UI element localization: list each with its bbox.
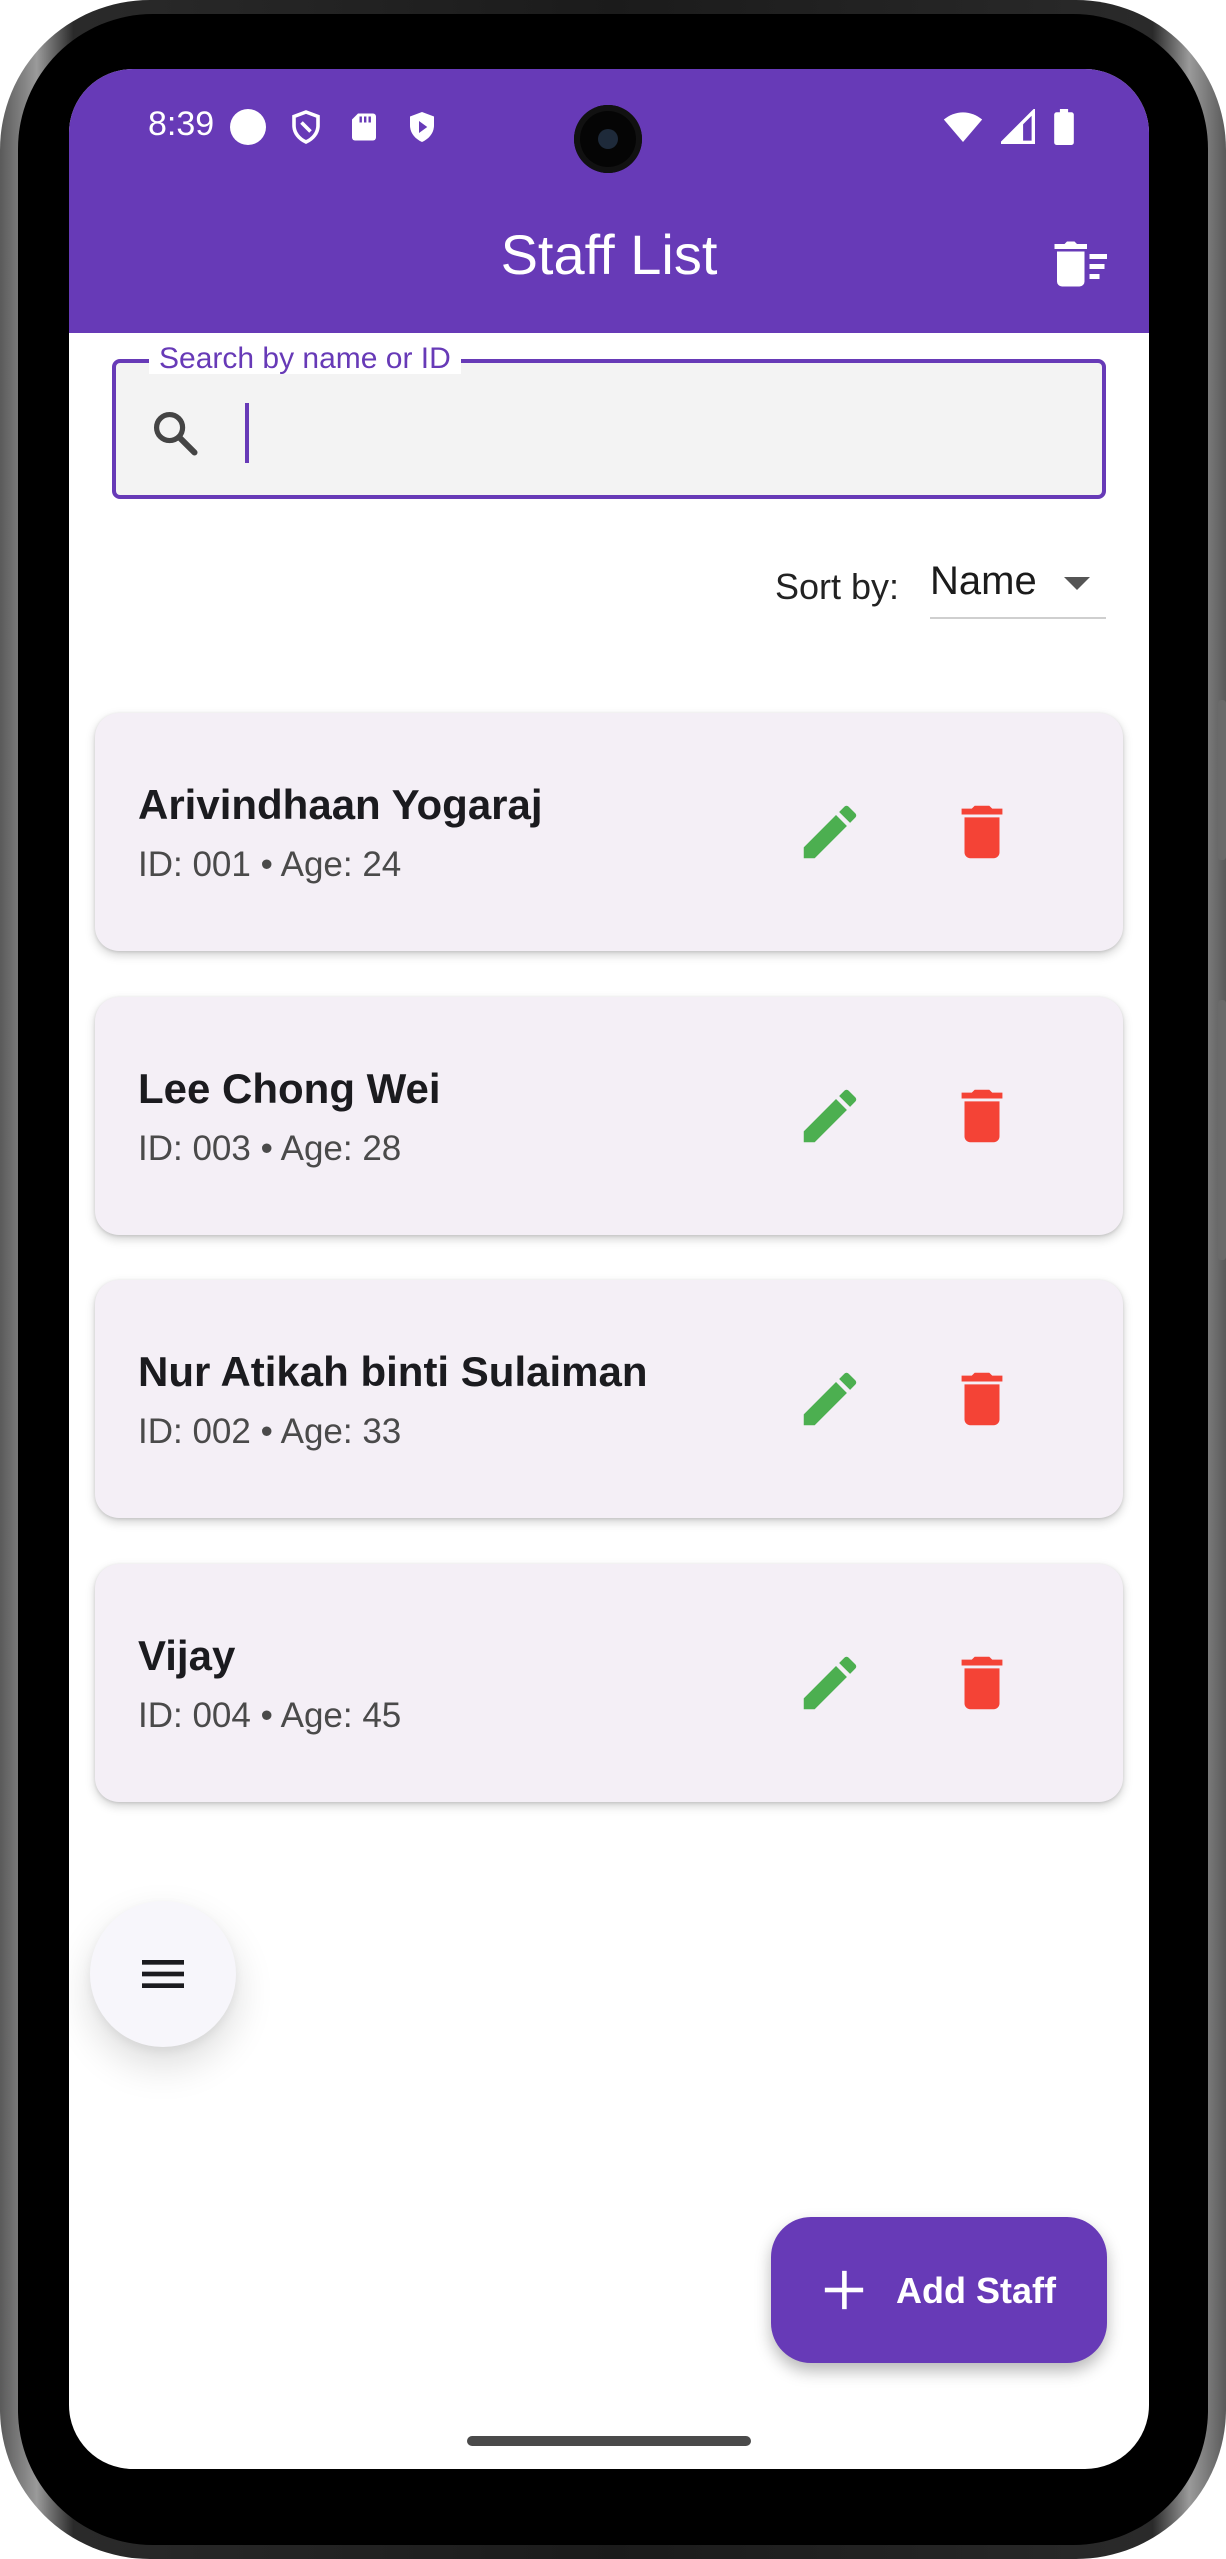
volume-button — [1218, 1000, 1226, 1260]
status-bar: 8:39 — [69, 69, 1149, 189]
add-staff-button[interactable]: Add Staff — [771, 2217, 1107, 2363]
staff-meta: ID: 001 • Age: 24 — [138, 845, 402, 884]
shield-icon — [288, 109, 324, 145]
play-shield-icon — [404, 109, 440, 145]
app-bar: 8:39 Staff List — [69, 69, 1149, 333]
edit-button[interactable] — [795, 1081, 865, 1151]
staff-card[interactable]: Lee Chong Wei ID: 003 • Age: 28 — [95, 997, 1123, 1235]
staff-meta: ID: 003 • Age: 28 — [138, 1129, 402, 1168]
phone-frame: 8:39 Staff List Search by name or ID Sor… — [0, 0, 1226, 2559]
edit-icon — [803, 1372, 857, 1426]
page-title: Staff List — [500, 223, 718, 286]
delete-all-button[interactable] — [1052, 234, 1112, 294]
signal-icon — [998, 107, 1035, 150]
edit-button[interactable] — [795, 797, 865, 867]
status-notifications — [230, 109, 440, 145]
sort-selected-value: Name — [930, 559, 1037, 603]
edit-button[interactable] — [795, 1364, 865, 1434]
wifi-icon — [943, 109, 983, 150]
text-caret — [245, 403, 249, 463]
delete-icon — [961, 805, 1003, 859]
staff-card[interactable]: Nur Atikah binti Sulaiman ID: 002 • Age:… — [95, 1280, 1123, 1518]
delete-icon — [961, 1089, 1003, 1143]
add-staff-label: Add Staff — [896, 2270, 1056, 2311]
sort-dropdown[interactable]: Name — [930, 549, 1106, 619]
menu-button[interactable] — [90, 1901, 236, 2047]
staff-name: Lee Chong Wei — [138, 1065, 441, 1112]
battery-icon — [1053, 109, 1075, 150]
delete-sweep-icon — [1054, 241, 1107, 287]
dropdown-arrow-icon — [1064, 577, 1090, 590]
delete-button[interactable] — [947, 797, 1017, 867]
search-icon — [153, 411, 198, 456]
search-label: Search by name or ID — [149, 344, 461, 374]
staff-name: Nur Atikah binti Sulaiman — [138, 1348, 648, 1395]
staff-name: Vijay — [138, 1632, 236, 1679]
plus-icon — [824, 2270, 864, 2310]
edit-icon — [803, 805, 857, 859]
notification-dot-icon — [230, 109, 266, 145]
delete-icon — [961, 1372, 1003, 1426]
delete-icon — [961, 1656, 1003, 1710]
delete-button[interactable] — [947, 1364, 1017, 1434]
screen: 8:39 Staff List Search by name or ID Sor… — [69, 69, 1149, 2469]
power-button — [1218, 700, 1226, 860]
staff-card[interactable]: Vijay ID: 004 • Age: 45 — [95, 1564, 1123, 1802]
status-time: 8:39 — [148, 105, 215, 143]
edit-button[interactable] — [795, 1648, 865, 1718]
status-system-icons — [943, 107, 1075, 150]
edit-icon — [803, 1089, 857, 1143]
staff-name: Arivindhaan Yogaraj — [138, 781, 543, 828]
staff-meta: ID: 004 • Age: 45 — [138, 1696, 402, 1735]
front-camera — [574, 105, 642, 173]
staff-meta: ID: 002 • Age: 33 — [138, 1412, 402, 1451]
sd-card-icon — [346, 109, 382, 145]
home-indicator[interactable] — [467, 2436, 751, 2446]
delete-button[interactable] — [947, 1081, 1017, 1151]
edit-icon — [803, 1656, 857, 1710]
delete-button[interactable] — [947, 1648, 1017, 1718]
menu-icon — [142, 1960, 184, 1988]
staff-card[interactable]: Arivindhaan Yogaraj ID: 001 • Age: 24 — [95, 713, 1123, 951]
search-input[interactable] — [259, 399, 1083, 471]
sort-label: Sort by: — [775, 566, 900, 607]
